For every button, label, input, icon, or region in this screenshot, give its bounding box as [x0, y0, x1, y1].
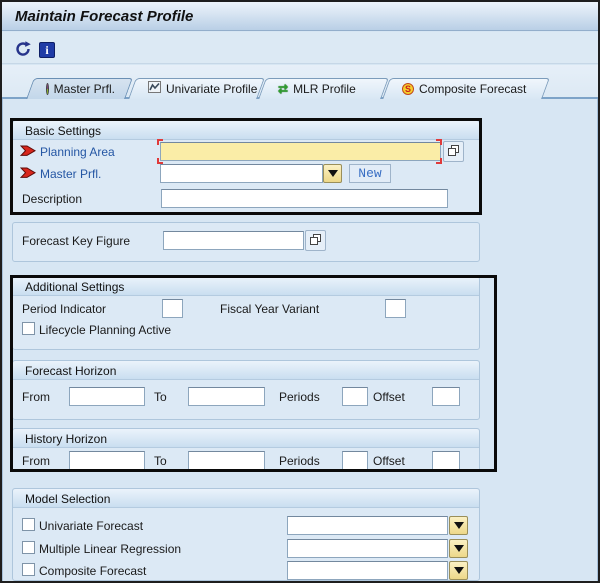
univariate-forecast-dropdown-button[interactable]	[449, 516, 468, 535]
title-bar: Maintain Forecast Profile	[2, 2, 598, 31]
tab-label: Composite Forecast	[419, 81, 527, 96]
tab-univariate-profile[interactable]: Univariate Profile	[132, 78, 261, 99]
hh-periods-input[interactable]	[342, 451, 368, 470]
possible-entries-icon	[309, 233, 322, 249]
fh-from-label: From	[22, 390, 50, 404]
chevron-down-icon	[327, 170, 338, 177]
fiscal-year-variant-input[interactable]	[385, 299, 406, 318]
forecast-horizon-header: Forecast Horizon	[13, 361, 479, 380]
lifecycle-planning-checkbox[interactable]	[22, 322, 35, 335]
fiscal-year-variant-label: Fiscal Year Variant	[220, 302, 320, 316]
tab-label: Master Prfl.	[53, 81, 115, 96]
info-icon: i	[39, 42, 55, 58]
hh-periods-label: Periods	[279, 454, 320, 468]
period-indicator-label: Period Indicator	[22, 302, 107, 316]
master-prfl-label: Master Prfl.	[40, 167, 102, 181]
green-swap-arrows-icon: ⇄	[278, 81, 289, 96]
tab-master-prfl[interactable]: Master Prfl.	[30, 78, 129, 99]
hh-offset-input[interactable]	[432, 451, 460, 470]
focus-corner	[436, 158, 442, 164]
info-button[interactable]: i	[37, 40, 57, 60]
history-horizon-header: History Horizon	[13, 429, 479, 448]
possible-entries-icon	[447, 144, 460, 160]
required-arrow-icon	[19, 145, 36, 157]
new-button[interactable]: New	[349, 164, 391, 183]
composite-forecast-checkbox[interactable]	[22, 563, 35, 576]
pie-chart-icon	[46, 82, 49, 95]
sum-circle-icon: S	[402, 82, 414, 95]
forecast-key-figure-value-help-button[interactable]	[305, 230, 326, 251]
application-toolbar: i	[2, 32, 598, 64]
page-title: Maintain Forecast Profile	[15, 8, 194, 25]
forecast-key-figure-input[interactable]	[163, 231, 304, 250]
fh-from-input[interactable]	[69, 387, 145, 406]
planning-area-input[interactable]	[160, 142, 441, 161]
refresh-icon	[14, 40, 32, 61]
composite-forecast-dropdown-button[interactable]	[449, 561, 468, 580]
tab-composite-forecast[interactable]: S Composite Forecast	[386, 78, 546, 99]
description-input[interactable]	[161, 189, 448, 208]
line-chart-icon	[148, 81, 161, 96]
univariate-forecast-label: Univariate Forecast	[39, 519, 144, 533]
description-label: Description	[22, 192, 83, 206]
chevron-down-icon	[453, 522, 464, 529]
hh-offset-label: Offset	[373, 454, 405, 468]
hh-from-label: From	[22, 454, 50, 468]
refresh-button[interactable]	[13, 40, 33, 60]
tab-label: MLR Profile	[293, 81, 356, 96]
focus-corner	[157, 139, 163, 145]
basic-settings-header: Basic Settings	[13, 121, 479, 140]
univariate-forecast-checkbox[interactable]	[22, 518, 35, 531]
fh-periods-input[interactable]	[342, 387, 368, 406]
tab-strip: Master Prfl. Univariate Profile ⇄ MLR Pr…	[2, 65, 598, 99]
lifecycle-planning-label: Lifecycle Planning Active	[39, 323, 172, 337]
planning-area-value-help-button[interactable]	[443, 141, 464, 162]
composite-forecast-label: Composite Forecast	[39, 564, 147, 578]
mlr-label: Multiple Linear Regression	[39, 542, 182, 556]
composite-forecast-input[interactable]	[287, 561, 448, 580]
fh-offset-input[interactable]	[432, 387, 460, 406]
hh-to-input[interactable]	[188, 451, 265, 470]
mlr-checkbox[interactable]	[22, 541, 35, 554]
hh-from-input[interactable]	[69, 451, 145, 470]
forecast-key-figure-label: Forecast Key Figure	[22, 234, 131, 248]
model-selection-header: Model Selection	[13, 489, 479, 508]
additional-settings-header: Additional Settings	[13, 277, 479, 296]
fh-periods-label: Periods	[279, 390, 320, 404]
sap-window: Maintain Forecast Profile i Master Prfl.	[0, 0, 600, 583]
focus-corner	[436, 139, 442, 145]
tab-label: Univariate Profile	[166, 81, 258, 96]
fh-to-input[interactable]	[188, 387, 265, 406]
planning-area-label: Planning Area	[40, 145, 115, 159]
fh-to-label: To	[154, 390, 167, 404]
master-prfl-dropdown-button[interactable]	[323, 164, 342, 183]
tab-mlr-profile[interactable]: ⇄ MLR Profile	[262, 78, 385, 99]
master-prfl-input[interactable]	[160, 164, 323, 183]
fh-offset-label: Offset	[373, 390, 405, 404]
univariate-forecast-input[interactable]	[287, 516, 448, 535]
hh-to-label: To	[154, 454, 167, 468]
required-arrow-icon	[19, 167, 36, 179]
chevron-down-icon	[453, 567, 464, 574]
mlr-dropdown-button[interactable]	[449, 539, 468, 558]
chevron-down-icon	[453, 545, 464, 552]
focus-corner	[157, 158, 163, 164]
period-indicator-input[interactable]	[162, 299, 183, 318]
mlr-input[interactable]	[287, 539, 448, 558]
